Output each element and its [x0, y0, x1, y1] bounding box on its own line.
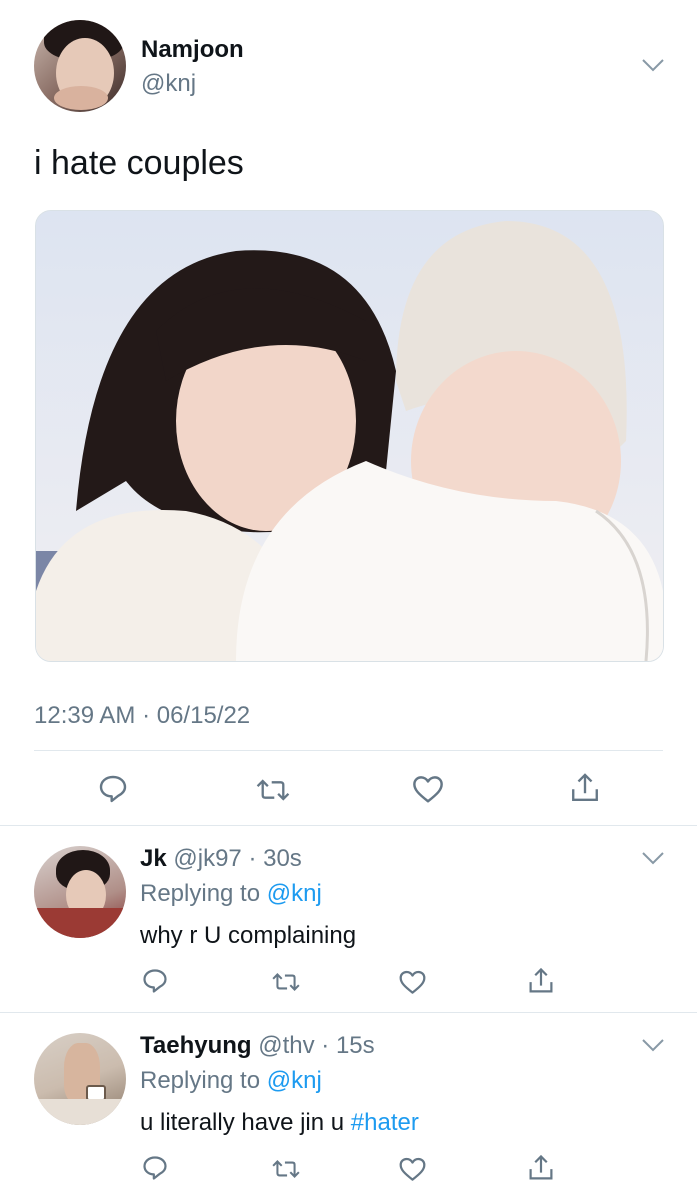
- reply-icon: [99, 775, 127, 803]
- replying-to: Replying to @knj: [140, 1067, 322, 1095]
- chevron-down-icon: [642, 59, 664, 72]
- reply-text: u literally have jin u #hater: [140, 1109, 419, 1137]
- share-icon: [572, 773, 598, 801]
- reply-header: Taehyung @thv · 15s: [140, 1032, 375, 1060]
- share-icon: [529, 1154, 553, 1180]
- author-name[interactable]: Namjoon: [141, 36, 244, 64]
- retweet-button[interactable]: [271, 970, 301, 994]
- chevron-down-icon: [642, 852, 664, 865]
- like-button[interactable]: [398, 969, 427, 995]
- replying-to-prefix: Replying to: [140, 1067, 267, 1094]
- share-button[interactable]: [527, 1153, 555, 1183]
- reply-more-button[interactable]: [641, 851, 665, 870]
- reply-avatar[interactable]: [34, 1033, 126, 1125]
- share-button[interactable]: [527, 966, 555, 996]
- replying-to-prefix: Replying to: [140, 880, 267, 907]
- reply-time[interactable]: · 15s: [321, 1032, 374, 1059]
- retweet-icon: [272, 1160, 300, 1178]
- share-button[interactable]: [569, 771, 601, 805]
- hashtag-link[interactable]: #hater: [351, 1109, 419, 1136]
- reply-button[interactable]: [141, 1154, 169, 1182]
- reply-author-name[interactable]: Jk: [140, 845, 167, 872]
- reply-button[interactable]: [97, 773, 129, 805]
- tweet-timestamp[interactable]: 12:39 AM · 06/15/22: [34, 702, 250, 730]
- reply-avatar[interactable]: [34, 846, 126, 938]
- replying-to-link[interactable]: @knj: [267, 880, 322, 907]
- reply-author-handle[interactable]: @jk97: [173, 845, 241, 872]
- replying-to-link[interactable]: @knj: [267, 1067, 322, 1094]
- reply-text-body: why r U complaining: [140, 922, 357, 949]
- chevron-down-icon: [642, 1039, 664, 1052]
- author-avatar[interactable]: [34, 20, 126, 112]
- reply-text: why r U complaining: [140, 922, 356, 950]
- divider: [34, 750, 663, 751]
- reply-icon: [143, 969, 167, 993]
- tweet-more-button[interactable]: [641, 58, 665, 77]
- divider: [0, 1012, 697, 1013]
- retweet-icon: [256, 779, 290, 801]
- reply-header: Jk @jk97 · 30s: [140, 845, 302, 873]
- retweet-button[interactable]: [271, 1157, 301, 1181]
- reply-button[interactable]: [141, 967, 169, 995]
- heart-icon: [413, 776, 443, 803]
- heart-icon: [399, 1157, 426, 1181]
- reply-icon: [143, 1156, 167, 1180]
- like-button[interactable]: [398, 1156, 427, 1182]
- reply-author-handle[interactable]: @thv: [258, 1032, 314, 1059]
- reply-author-name[interactable]: Taehyung: [140, 1032, 252, 1059]
- reply-text-body: u literally have jin u: [140, 1109, 351, 1136]
- share-icon: [529, 967, 553, 993]
- retweet-icon: [272, 973, 300, 991]
- reply-more-button[interactable]: [641, 1038, 665, 1057]
- author-handle[interactable]: @knj: [141, 70, 196, 98]
- heart-icon: [399, 970, 426, 994]
- reply-time[interactable]: · 30s: [248, 845, 301, 872]
- tweet-photo[interactable]: [35, 210, 664, 662]
- tweet-text: i hate couples: [34, 144, 244, 182]
- photo-image: [36, 211, 663, 661]
- like-button[interactable]: [411, 774, 445, 804]
- replying-to: Replying to @knj: [140, 880, 322, 908]
- divider: [0, 825, 697, 826]
- retweet-button[interactable]: [255, 775, 291, 805]
